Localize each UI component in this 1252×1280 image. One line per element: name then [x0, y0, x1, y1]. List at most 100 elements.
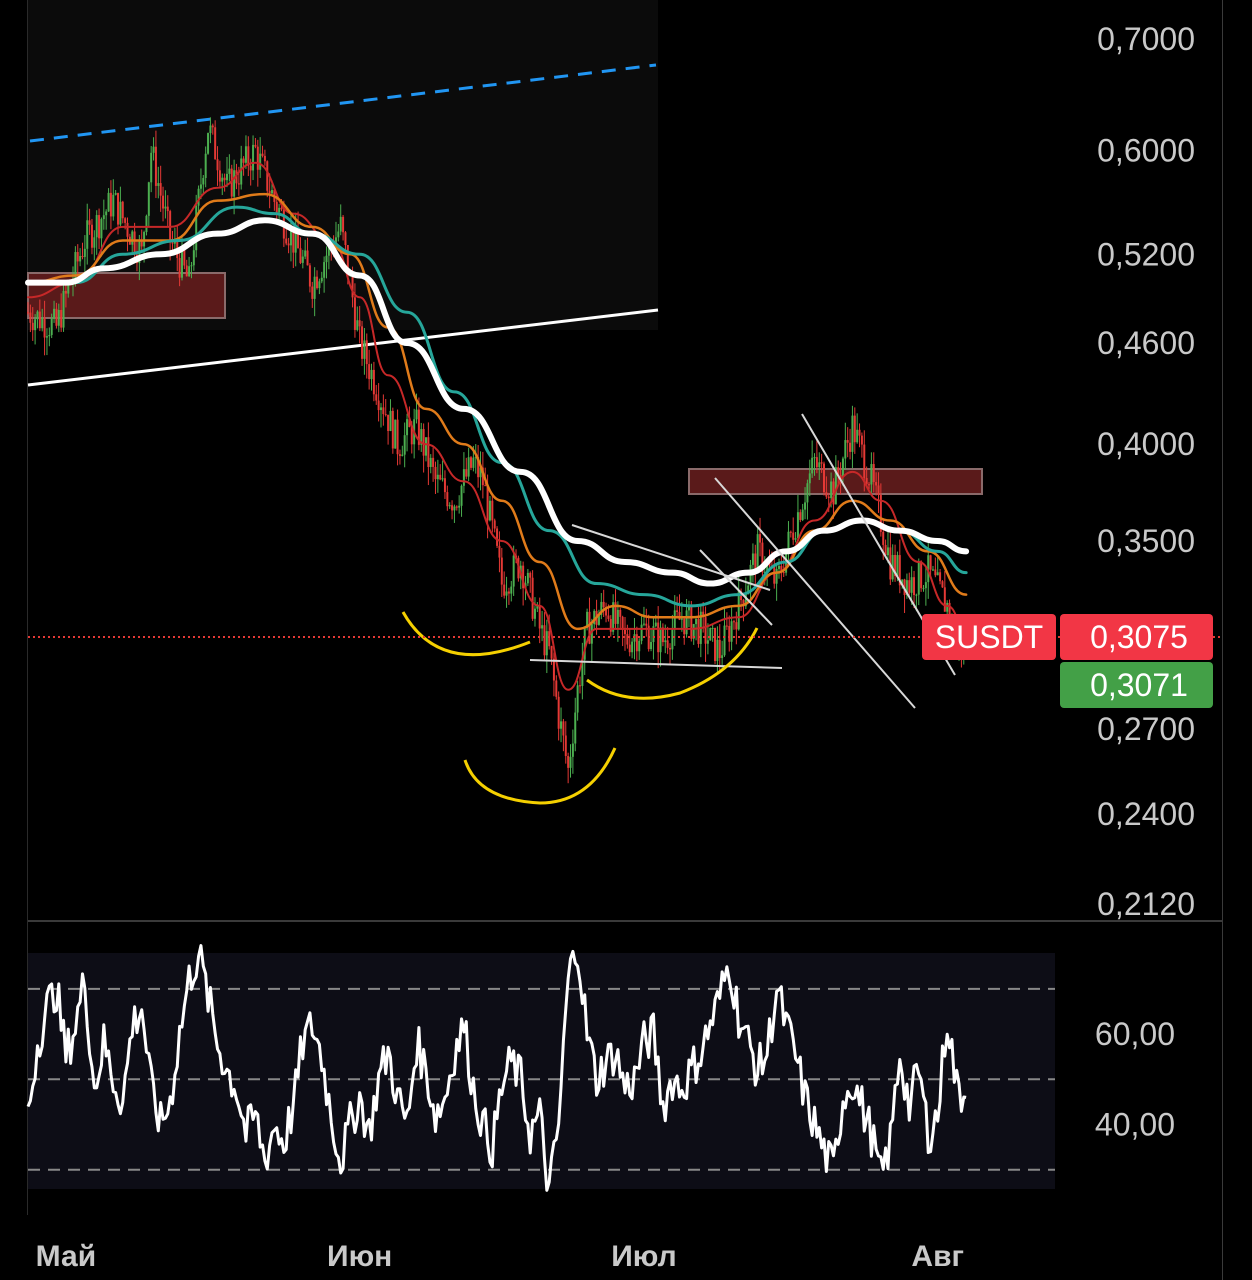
candle-body [872, 464, 875, 483]
candle-body [365, 340, 368, 365]
candle-body [910, 577, 913, 593]
candle-body [102, 215, 105, 220]
candle-body [666, 640, 669, 648]
candle-body [451, 505, 454, 511]
candle-body [398, 454, 401, 456]
candle-body [569, 756, 572, 768]
candle-body [714, 627, 717, 662]
candle-body [204, 153, 207, 178]
candle-body [197, 188, 200, 206]
candle-body [45, 336, 48, 338]
candle-body [50, 318, 53, 335]
candle-body [387, 414, 390, 431]
candle-body [695, 618, 698, 625]
candle-body [38, 311, 41, 329]
candle-body [363, 340, 366, 359]
candle-body [505, 591, 508, 596]
candle-body [635, 634, 638, 652]
candle-body [796, 512, 799, 539]
time-tick-label: Май [36, 1240, 96, 1273]
candle-body [868, 484, 871, 486]
candle-body [55, 308, 58, 326]
candle-body [131, 231, 134, 245]
candle-body [827, 496, 830, 499]
candle-body [394, 419, 397, 449]
candle-body [659, 627, 662, 653]
candle-body [406, 419, 409, 436]
candle-body [83, 248, 86, 257]
candle-body [777, 565, 780, 569]
candle-body [725, 625, 728, 627]
candle-body [503, 584, 506, 596]
candle-body [446, 492, 449, 507]
candle-body [488, 500, 491, 521]
time-tick-label: Июн [327, 1240, 392, 1273]
candle-body [718, 639, 721, 659]
candle-body [342, 216, 345, 233]
candle-body [285, 238, 288, 244]
candle-body [216, 159, 219, 171]
candle-body [541, 625, 544, 629]
candle-body [730, 621, 733, 642]
candle-body [162, 195, 165, 209]
candle-body [875, 482, 878, 486]
candle-body [90, 224, 93, 248]
candle-body [782, 572, 785, 574]
candle-body [401, 454, 404, 456]
candle-body [462, 469, 465, 486]
candle-body [368, 364, 371, 380]
candle-body [228, 168, 231, 174]
candle-body [266, 161, 269, 191]
candle-body [98, 215, 101, 239]
candle-body [301, 256, 304, 263]
candle-body [154, 146, 157, 186]
candle-body [507, 591, 510, 594]
candle-body [166, 206, 169, 212]
candle-body [455, 506, 458, 508]
candle-body [337, 231, 340, 238]
candle-body [375, 394, 378, 401]
price-tick-label: 0,6000 [1097, 133, 1195, 169]
candle-body [467, 457, 470, 477]
candle-body [567, 756, 570, 768]
candle-body [465, 469, 468, 477]
candle-body [53, 308, 56, 319]
candle-body [415, 409, 418, 420]
candle-body [794, 538, 797, 540]
candle-body [721, 655, 724, 659]
candle-body [946, 602, 949, 612]
candle-body [425, 437, 427, 456]
candle-body [27, 312, 29, 314]
candle-body [439, 474, 442, 480]
candle-body [391, 410, 394, 449]
candle-body [578, 685, 581, 687]
candle-body [147, 182, 150, 216]
candle-body [931, 569, 934, 571]
chart-canvas[interactable]: 0,7000 0,6000 0,5200 0,4600 0,4000 0,3500 0,27… [0, 0, 1252, 1280]
candle-body [192, 250, 195, 266]
candle-body [145, 215, 148, 233]
candle-body [287, 243, 290, 246]
candle-body [377, 400, 380, 411]
candle-body [242, 158, 245, 163]
candle-body [538, 605, 541, 629]
candle-body [728, 625, 731, 642]
candle-body [244, 146, 247, 163]
candle-body [470, 457, 473, 468]
candle-body [533, 608, 536, 619]
candle-body [531, 577, 534, 619]
candle-body [344, 232, 347, 246]
candle-body [31, 322, 34, 331]
candle-body [716, 639, 719, 662]
candle-body [320, 277, 323, 282]
price-tick-label: 0,3500 [1097, 523, 1195, 559]
candle-body [851, 415, 854, 452]
candle-body [422, 429, 425, 456]
candle-body [936, 572, 939, 576]
candle-body [882, 531, 885, 545]
candle-body [443, 478, 446, 493]
candle-body [706, 640, 709, 644]
candle-body [934, 569, 937, 576]
candle-body [484, 485, 487, 487]
candle-body [275, 201, 278, 213]
